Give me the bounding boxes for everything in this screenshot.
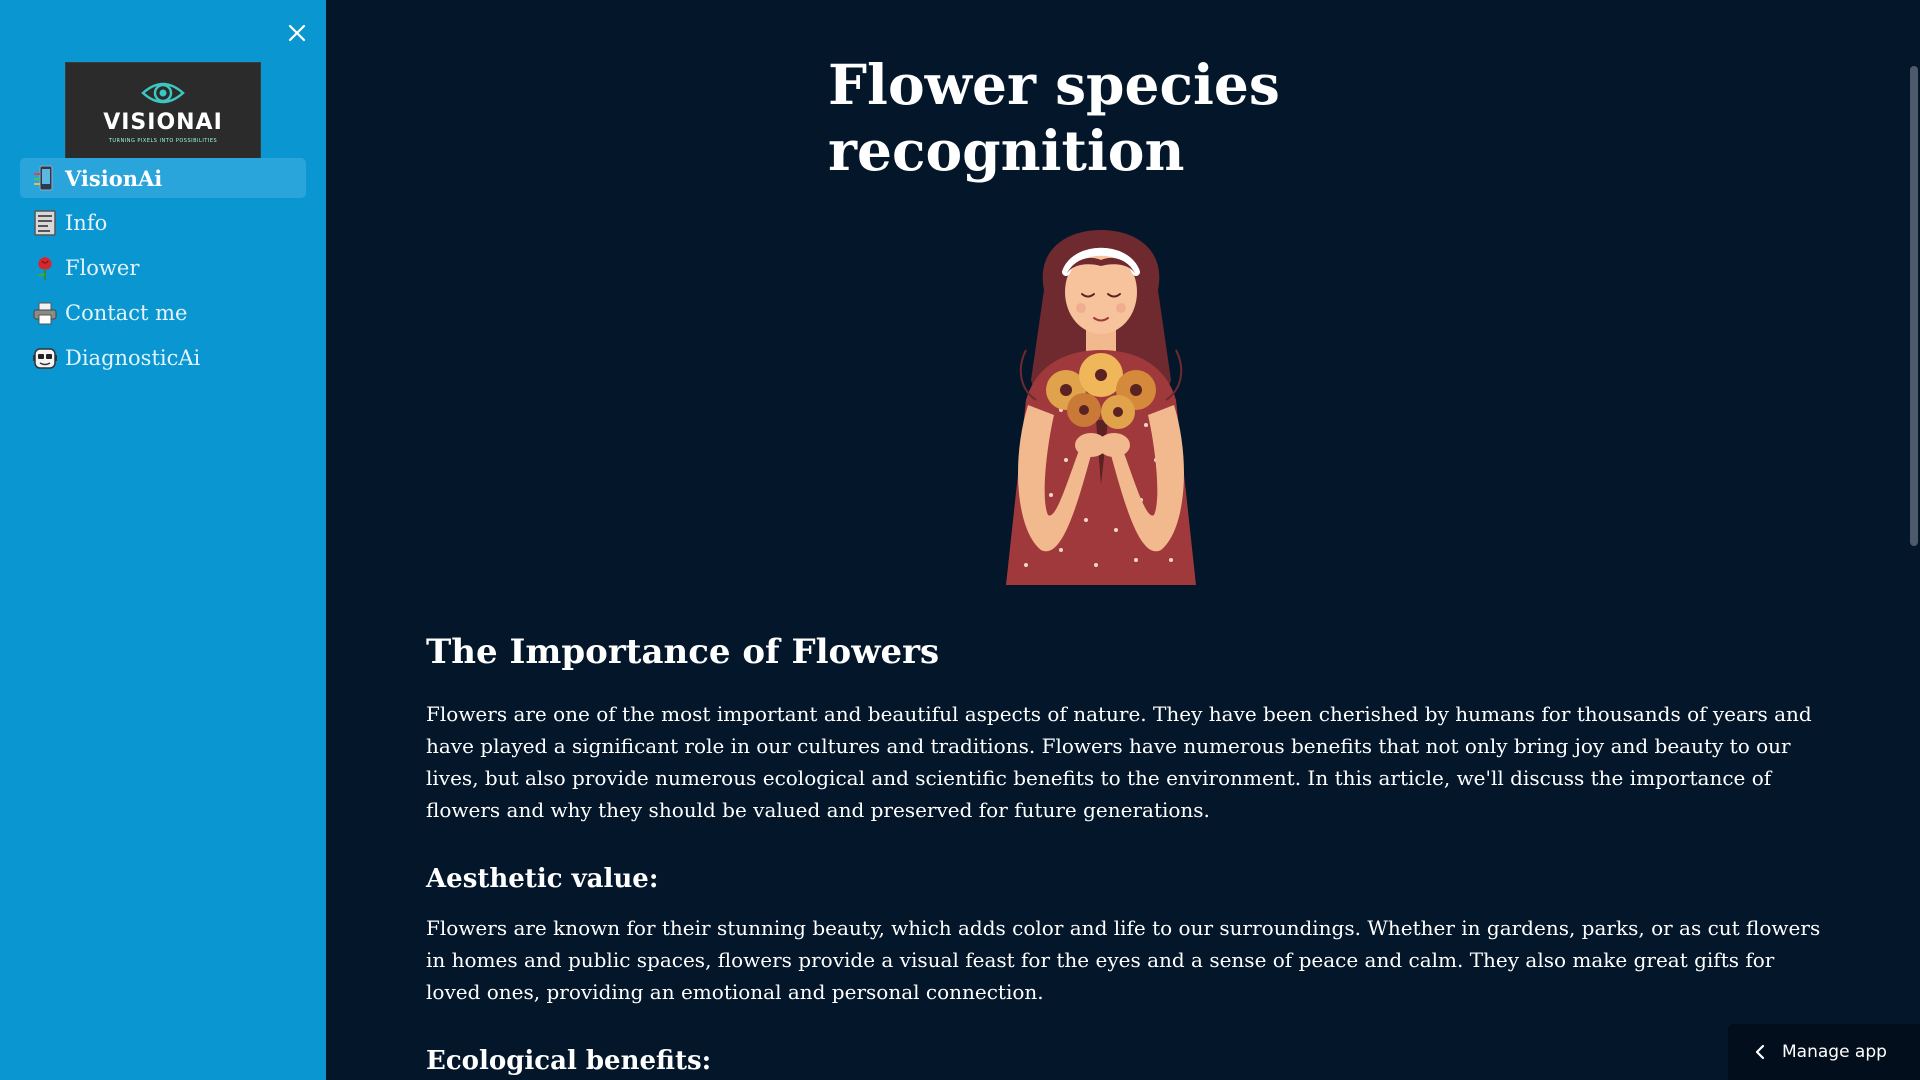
logo-text: VISIONAI — [103, 110, 223, 135]
sidebar-item-label: VisionAi — [65, 165, 163, 191]
robot-face-icon — [32, 345, 58, 371]
section-paragraph: Flowers are one of the most important an… — [426, 702, 1812, 822]
sidebar-nav: VisionAi Info Flower Contact me Diagnost… — [20, 158, 306, 383]
phone-grid-icon — [32, 165, 58, 191]
page-scrollbar[interactable] — [1908, 0, 1920, 1080]
sidebar-item-label: Info — [65, 211, 108, 235]
woman-with-flowers-illustration — [1006, 230, 1196, 585]
sidebar-item-info[interactable]: Info — [20, 203, 306, 243]
chevron-left-icon — [1755, 1044, 1765, 1060]
sidebar-item-visionai[interactable]: VisionAi — [20, 158, 306, 198]
section-heading: The Importance of Flowers — [426, 632, 940, 672]
logo-tagline: TURNING PIXELS INTO POSSIBILITIES — [108, 138, 218, 144]
section-paragraph: Flowers are known for their stunning bea… — [426, 916, 1821, 1004]
scrollbar-thumb[interactable] — [1910, 66, 1918, 546]
printer-icon — [32, 300, 58, 326]
manage-app-button[interactable]: Manage app — [1728, 1024, 1920, 1080]
sidebar-item-flower[interactable]: Flower — [20, 248, 306, 288]
close-icon — [288, 24, 306, 42]
sidebar-item-label: Contact me — [65, 301, 188, 325]
main-content: Flower species recognition The Importanc… — [326, 0, 1920, 1080]
sidebar-item-contact-me[interactable]: Contact me — [20, 293, 306, 333]
visionai-logo: VISIONAI TURNING PIXELS INTO POSSIBILITI… — [65, 62, 261, 160]
document-icon — [32, 210, 58, 236]
article: The Importance of Flowers Flowers are on… — [426, 632, 1826, 1080]
sidebar-item-label: DiagnosticAi — [65, 346, 201, 370]
section-subheading: Aesthetic value: — [426, 864, 659, 894]
manage-app-label: Manage app — [1782, 1042, 1887, 1062]
eye-logo-icon — [141, 82, 185, 104]
section-subheading: Ecological benefits: — [426, 1046, 712, 1076]
rose-icon — [32, 255, 58, 281]
close-sidebar-button[interactable] — [282, 18, 312, 48]
sidebar: VISIONAI TURNING PIXELS INTO POSSIBILITI… — [0, 0, 326, 1080]
sidebar-item-diagnosticai[interactable]: DiagnosticAi — [20, 338, 306, 378]
page-title: Flower species recognition — [828, 52, 1280, 183]
sidebar-item-label: Flower — [65, 256, 140, 280]
